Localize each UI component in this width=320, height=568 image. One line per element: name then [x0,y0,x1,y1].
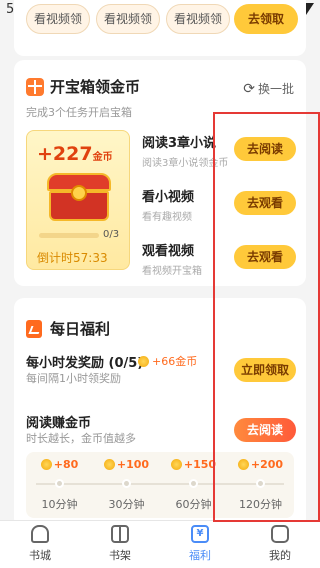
tab-bookstore[interactable]: 书城 [0,525,80,563]
hourly-reward-subtitle: 每间隔1小时领奖励 [26,372,121,385]
hourly-reward-amount: +66金币 [138,353,197,369]
coin-icon [237,459,249,470]
tab-profile[interactable]: 我的 [240,525,320,563]
task-subtitle: 看有趣视频 [142,212,192,223]
task-read-button[interactable]: 去阅读 [234,137,296,161]
chest-countdown: 倒计时57:33 [37,251,108,265]
milestone-dot [55,479,64,488]
chest-amount-value: +227 [37,143,93,165]
milestone-reward-value: +200 [250,458,284,471]
chest-progress-text: 0/3 [103,229,120,240]
claim-now-button[interactable]: 立即领取 [234,358,296,382]
milestone-label: 120分钟 [239,498,282,511]
claim-button[interactable]: 去领取 [234,4,298,34]
chest-lock-icon [71,185,87,201]
treasure-header: 开宝箱领金币 [26,76,140,97]
refresh-button[interactable]: ⟳ 换一批 [243,80,294,97]
tab-label: 我的 [269,549,291,562]
milestone-reward: +150 [160,458,227,471]
coin-icon [103,459,115,470]
video-reward-pill-2[interactable]: 看视频领 [96,4,160,34]
milestone-reward-value: +80 [53,458,79,471]
treasure-chest-card: 开宝箱领金币 ⟳ 换一批 完成3个任务开启宝箱 +227金币 0/3 倒计时57… [14,60,306,286]
home-icon [31,525,49,543]
reading-reward-subtitle: 时长越长，金币值越多 [26,432,136,445]
bottom-tab-bar: 书城 书架 ¥ 福利 我的 [0,520,320,568]
profile-icon [271,525,289,543]
daily-header: 每日福利 [26,318,110,339]
reading-reward-title: 阅读赚金币 [26,416,92,431]
milestone-reward-value: +100 [116,458,150,471]
milestone-label: 10分钟 [41,498,78,511]
video-reward-card: 看视频领 看视频领 看视频领 去领取 [14,0,306,56]
tab-label: 书城 [29,549,51,562]
milestone-reward-value: +150 [183,458,217,471]
reading-milestones: +80 +100 +150 +200 10分钟 30分钟 60分钟 120分钟 [26,452,294,518]
milestone-dot [256,479,265,488]
daily-gift-icon [26,319,42,338]
gift-icon: ¥ [191,525,209,543]
milestone-label: 60分钟 [175,498,212,511]
video-reward-pill-1[interactable]: 看视频领 [26,4,90,34]
daily-welfare-card: 每日福利 每小时发奖励 (0/5) +66金币 每间隔1小时领奖励 立即领取 阅… [14,298,306,528]
chest-amount-unit: 金币 [92,152,113,163]
treasure-chest-icon [47,173,111,221]
coin-icon [40,459,52,470]
milestone-dot [189,479,198,488]
task-subtitle: 看视频开宝箱 [142,266,202,277]
milestone-dot [122,479,131,488]
treasure-subtitle: 完成3个任务开启宝箱 [26,106,132,119]
treasure-box-icon [26,77,44,96]
go-read-button[interactable]: 去阅读 [234,418,296,442]
milestone-label: 30分钟 [108,498,145,511]
refresh-label: 换一批 [257,82,294,96]
task-watch-video-button[interactable]: 去观看 [234,245,296,269]
coin-icon [138,355,149,367]
tab-label: 书架 [109,549,131,562]
task-watch-short-video-button[interactable]: 去观看 [234,191,296,215]
daily-title: 每日福利 [50,320,111,338]
refresh-icon: ⟳ [243,80,255,97]
task-subtitle: 阅读3章小说领金币 [142,158,229,169]
milestone-reward: +200 [227,458,294,471]
milestone-reward: +80 [26,458,93,471]
coin-icon [170,459,182,470]
tab-bookshelf[interactable]: 书架 [80,525,160,563]
chest-amount: +227金币 [37,143,113,165]
hourly-reward-value: +66金币 [152,355,198,368]
chest-panel[interactable]: +227金币 0/3 倒计时57:33 [26,130,130,270]
treasure-title: 开宝箱领金币 [50,78,141,96]
tab-label: 福利 [189,549,211,562]
chest-progress-bar [39,233,99,238]
tab-welfare[interactable]: ¥ 福利 [160,525,240,563]
book-icon [111,525,129,543]
hourly-reward-title: 每小时发奖励 (0/5) [26,356,144,371]
milestone-track [36,483,284,485]
milestone-reward: +100 [93,458,160,471]
video-reward-pill-3[interactable]: 看视频领 [166,4,230,34]
